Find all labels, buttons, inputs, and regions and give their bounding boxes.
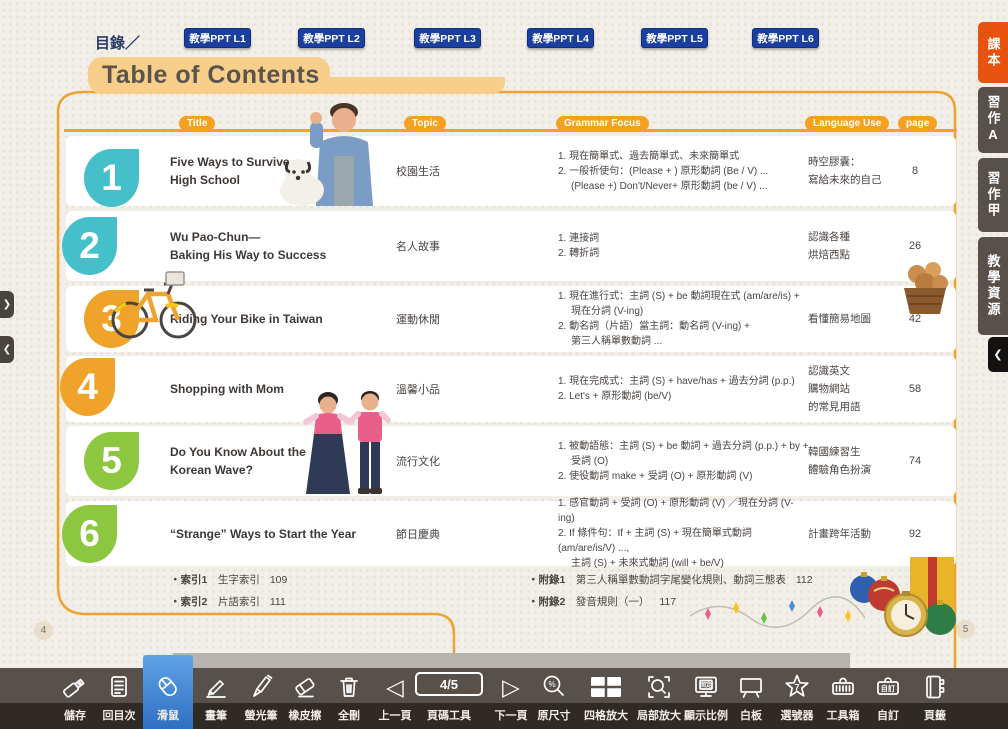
- tool-previous-page[interactable]: ◁ 上一頁: [373, 668, 417, 729]
- column-header-page: page: [898, 116, 937, 131]
- chevron-left-icon: ❮: [3, 344, 11, 355]
- four-grid-icon: [589, 671, 623, 703]
- lesson-6-badge: 6: [62, 505, 117, 563]
- student-with-dog-photo: [276, 100, 398, 206]
- display-scale-icon: 固定: [691, 671, 721, 703]
- tool-next-page[interactable]: ▷ 下一頁: [489, 668, 533, 729]
- bread-basket-photo: [900, 256, 950, 318]
- ppt-button-l2[interactable]: 教學PPT L2: [298, 28, 365, 48]
- page-title: Table of Contents: [102, 61, 320, 90]
- tool-mouse[interactable]: 滑鼠: [146, 668, 190, 729]
- usb-icon: [60, 671, 90, 703]
- svg-text:%: %: [548, 680, 555, 689]
- collapse-tabs-button[interactable]: ❮: [988, 337, 1008, 372]
- tool-highlighter[interactable]: 螢光筆: [239, 668, 283, 729]
- string-lights-photo: [690, 588, 865, 636]
- lesson-4-badge: 4: [60, 358, 115, 416]
- ppt-button-l5[interactable]: 教學PPT L5: [641, 28, 708, 48]
- tool-whiteboard[interactable]: 白板: [729, 668, 773, 729]
- toolbox-icon: [828, 671, 858, 703]
- youbike-bicycle-photo: [108, 258, 200, 342]
- tab-teaching-resources[interactable]: 教學資源: [978, 237, 1008, 335]
- tool-number-picker[interactable]: 7 選號器: [775, 668, 819, 729]
- tab-workbook-jia[interactable]: 習作甲: [978, 158, 1008, 232]
- zoom-percent-icon: %: [539, 671, 569, 703]
- column-header-topic: Topic: [404, 116, 446, 131]
- next-triangle-icon: ▷: [502, 672, 520, 702]
- tool-back-to-contents[interactable]: 回目次: [97, 668, 141, 729]
- svg-text:7: 7: [794, 683, 799, 693]
- appendix-item-2[interactable]: ・附錄2 發音規則（一）117: [528, 594, 676, 609]
- lesson-5-badge: 5: [84, 432, 139, 490]
- tool-original-size[interactable]: % 原尺寸: [532, 668, 576, 729]
- ppt-button-l1[interactable]: 教學PPT L1: [184, 28, 251, 48]
- trash-icon: [334, 671, 364, 703]
- region-zoom-icon: [644, 671, 674, 703]
- ppt-button-l6[interactable]: 教學PPT L6: [752, 28, 819, 48]
- pencil-icon: [201, 671, 231, 703]
- tool-region-zoom[interactable]: 局部放大: [637, 668, 681, 729]
- toc-row-6[interactable]: “Strange” Ways to Start the Year 節日慶典 1.…: [66, 501, 956, 566]
- hanbok-couple-photo: [298, 388, 398, 496]
- collapse-panel-button[interactable]: ❮: [0, 336, 14, 363]
- column-header-title: Title: [179, 116, 215, 131]
- bottom-gray-bar: [173, 653, 850, 668]
- page-indicator-box[interactable]: 4/5: [415, 672, 483, 696]
- tool-pen[interactable]: 畫筆: [194, 668, 238, 729]
- svg-text:固定: 固定: [700, 681, 713, 689]
- ppt-button-l4[interactable]: 教學PPT L4: [527, 28, 594, 48]
- ppt-button-l3[interactable]: 教學PPT L3: [414, 28, 481, 48]
- tool-eraser[interactable]: 橡皮擦: [283, 668, 327, 729]
- star-number-icon: 7: [782, 671, 812, 703]
- page-title-box: Table of Contents: [88, 57, 330, 94]
- bottom-toolbar: 儲存 回目次 滑鼠 畫筆 螢光筆 橡皮擦 全刪 ◁ 上一頁: [0, 668, 1008, 729]
- expand-panel-button[interactable]: ❯: [0, 291, 14, 318]
- tool-save[interactable]: 儲存: [53, 668, 97, 729]
- eraser-icon: [290, 671, 320, 703]
- toc-list-icon: [104, 671, 134, 703]
- toc-row-1[interactable]: Five Ways to SurviveHigh School 校園生活 1. …: [66, 136, 956, 206]
- tool-display-scale[interactable]: 固定 顯示比例: [684, 668, 728, 729]
- prev-triangle-icon: ◁: [386, 672, 404, 702]
- svg-text:自訂: 自訂: [881, 684, 896, 693]
- tool-page-tabs[interactable]: 頁籤: [913, 668, 957, 729]
- appendix-item-1[interactable]: ・附錄1 第三人稱單數動詞字尾變化規則、動詞三態表112: [528, 572, 813, 587]
- left-page-number: 4: [34, 621, 53, 640]
- mouse-icon: [153, 671, 183, 703]
- lesson-1-badge: 1: [84, 149, 139, 207]
- toc-row-4[interactable]: Shopping with Mom 溫馨小品 1. 現在完成式：主詞 (S) +…: [66, 356, 956, 422]
- index-item-2[interactable]: ・索引2 片語索引111: [170, 594, 286, 609]
- tab-workbook-a[interactable]: 習作A: [978, 87, 1008, 153]
- tool-toolbox[interactable]: 工具箱: [821, 668, 865, 729]
- toc-row-5[interactable]: Do You Know About theKorean Wave? 流行文化 1…: [66, 426, 956, 496]
- whiteboard-icon: [736, 671, 766, 703]
- tool-delete-all[interactable]: 全刪: [327, 668, 371, 729]
- title-box-tail: [320, 77, 505, 94]
- index-item-1[interactable]: ・索引1 生字索引109: [170, 572, 287, 587]
- ebook-viewer: 目錄／ Table of Contents 教學PPT L1 教學PPT L2 …: [0, 0, 1008, 729]
- highlighter-icon: [246, 671, 276, 703]
- chevron-left-icon: ❮: [993, 348, 1002, 361]
- chevron-right-icon: ❯: [3, 299, 11, 310]
- tool-four-grid-zoom[interactable]: 四格放大: [584, 668, 628, 729]
- breadcrumb: 目錄／: [95, 32, 140, 53]
- page-tabs-icon: [920, 671, 950, 703]
- column-header-language-use: Language Use: [805, 116, 889, 131]
- custom-toolbox-icon: 自訂: [873, 671, 903, 703]
- tool-page-number[interactable]: 4/5 頁碼工具: [412, 668, 486, 729]
- column-header-grammar-focus: Grammar Focus: [556, 116, 649, 131]
- tool-custom[interactable]: 自訂 自訂: [866, 668, 910, 729]
- tab-textbook[interactable]: 課本: [978, 22, 1008, 83]
